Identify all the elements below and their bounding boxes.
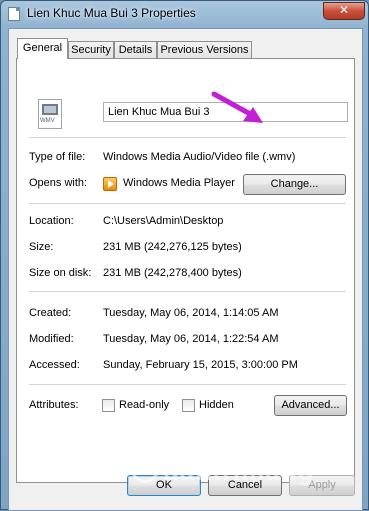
watermark-text: uantrimang (163, 456, 315, 486)
tab-general[interactable]: General (17, 38, 68, 59)
annotation-arrow (211, 91, 263, 123)
watermark-logo (131, 455, 159, 483)
properties-window: Lien Khuc Mua Bui 3 Properties ✕ General… (0, 0, 369, 511)
